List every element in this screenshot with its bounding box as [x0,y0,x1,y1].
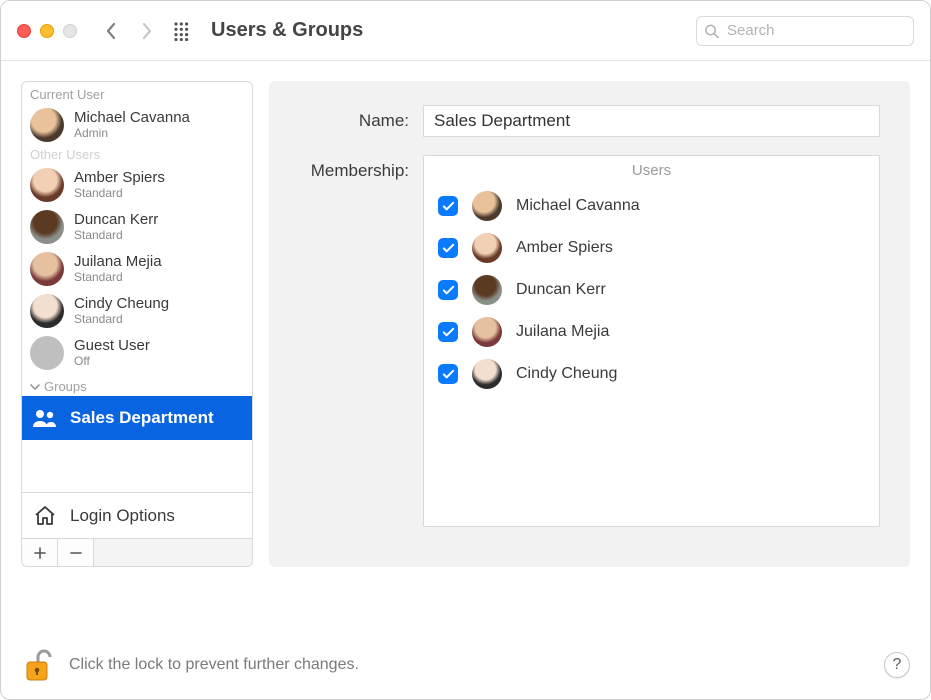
check-icon [442,242,455,255]
check-icon [442,326,455,339]
question-mark-icon: ? [893,656,902,674]
nav-buttons [101,19,157,43]
membership-user-name: Duncan Kerr [516,281,606,299]
membership-checkbox[interactable] [438,322,458,342]
sidebar-item-guest-user[interactable]: Guest User Off [22,332,252,374]
sidebar-item-name: Michael Cavanna [74,109,190,126]
detail-pane: Name: Membership: Users Michael Cavanna [269,81,910,567]
membership-row: Michael Cavanna [424,185,879,227]
membership-row: Cindy Cheung [424,353,879,395]
avatar [30,336,64,370]
grid-icon [173,21,193,41]
login-options-label: Login Options [70,506,175,526]
house-icon [30,504,60,528]
sidebar-item-user[interactable]: Amber Spiers Standard [22,164,252,206]
search-wrap [696,16,914,46]
group-icon [30,408,60,428]
avatar [472,275,502,305]
sidebar-group-name: Sales Department [70,408,214,428]
sidebar: Current User Michael Cavanna Admin Other… [21,81,253,567]
titlebar: Users & Groups [1,1,930,61]
lock-button[interactable] [21,645,55,685]
sidebar-item-user[interactable]: Juilana Mejia Standard [22,248,252,290]
membership-label: Membership: [299,155,409,181]
check-icon [442,200,455,213]
avatar [472,191,502,221]
sidebar-header-current-user: Current User [22,82,252,104]
membership-user-name: Michael Cavanna [516,197,640,215]
avatar [472,359,502,389]
unlocked-padlock-icon [21,645,55,685]
membership-list: Users Michael Cavanna Amber Spiers [423,155,880,527]
sidebar-item-name: Cindy Cheung [74,295,169,312]
sidebar-item-name: Juilana Mejia [74,253,162,270]
sidebar-item-role: Off [74,355,150,369]
search-input[interactable] [696,16,914,46]
add-button[interactable] [22,539,58,566]
sidebar-item-name: Guest User [74,337,150,354]
sidebar-item-login-options[interactable]: Login Options [22,492,252,538]
membership-user-name: Amber Spiers [516,239,613,257]
minus-icon [70,547,82,559]
avatar [472,233,502,263]
preferences-window: Users & Groups Current User Michael Cava… [0,0,931,700]
avatar [30,168,64,202]
help-button[interactable]: ? [884,652,910,678]
sidebar-header-other-users: Other Users [22,142,252,164]
page-title: Users & Groups [211,19,363,42]
group-name-input[interactable] [423,105,880,137]
check-icon [442,284,455,297]
lock-row: Click the lock to prevent further change… [21,645,910,685]
membership-checkbox[interactable] [438,364,458,384]
name-label: Name: [299,105,409,131]
traffic-lights [17,24,77,38]
sidebar-item-role: Admin [74,127,190,141]
footer-spacer [94,539,252,566]
membership-row: Juilana Mejia [424,311,879,353]
membership-checkbox[interactable] [438,280,458,300]
sidebar-header-groups[interactable]: Groups [22,374,252,396]
chevron-right-icon [141,22,153,40]
sidebar-item-user[interactable]: Cindy Cheung Standard [22,290,252,332]
lock-description: Click the lock to prevent further change… [69,656,359,674]
minimize-window-button[interactable] [40,24,54,38]
membership-checkbox[interactable] [438,238,458,258]
avatar [30,210,64,244]
chevron-left-icon [105,22,117,40]
avatar [30,108,64,142]
show-all-prefs-button[interactable] [173,21,193,41]
membership-row: Amber Spiers [424,227,879,269]
check-icon [442,368,455,381]
sidebar-item-name: Amber Spiers [74,169,165,186]
sidebar-item-current-user[interactable]: Michael Cavanna Admin [22,104,252,146]
membership-row: Duncan Kerr [424,269,879,311]
membership-checkbox[interactable] [438,196,458,216]
remove-button[interactable] [58,539,94,566]
membership-column-header: Users [424,156,879,185]
sidebar-item-role: Standard [74,313,169,327]
sidebar-item-user[interactable]: Duncan Kerr Standard [22,206,252,248]
avatar [30,294,64,328]
membership-user-name: Juilana Mejia [516,323,609,341]
membership-user-name: Cindy Cheung [516,365,617,383]
sidebar-footer [22,538,252,566]
back-button[interactable] [101,19,121,43]
sidebar-item-role: Standard [74,187,165,201]
content-area: Current User Michael Cavanna Admin Other… [1,61,930,699]
avatar [472,317,502,347]
sidebar-item-name: Duncan Kerr [74,211,158,228]
chevron-down-icon [30,382,40,392]
zoom-window-button[interactable] [63,24,77,38]
sidebar-item-role: Standard [74,229,158,243]
search-icon [704,23,719,38]
plus-icon [34,547,46,559]
avatar [30,252,64,286]
sidebar-item-role: Standard [74,271,162,285]
close-window-button[interactable] [17,24,31,38]
sidebar-item-group[interactable]: Sales Department [22,396,252,440]
forward-button[interactable] [137,19,157,43]
